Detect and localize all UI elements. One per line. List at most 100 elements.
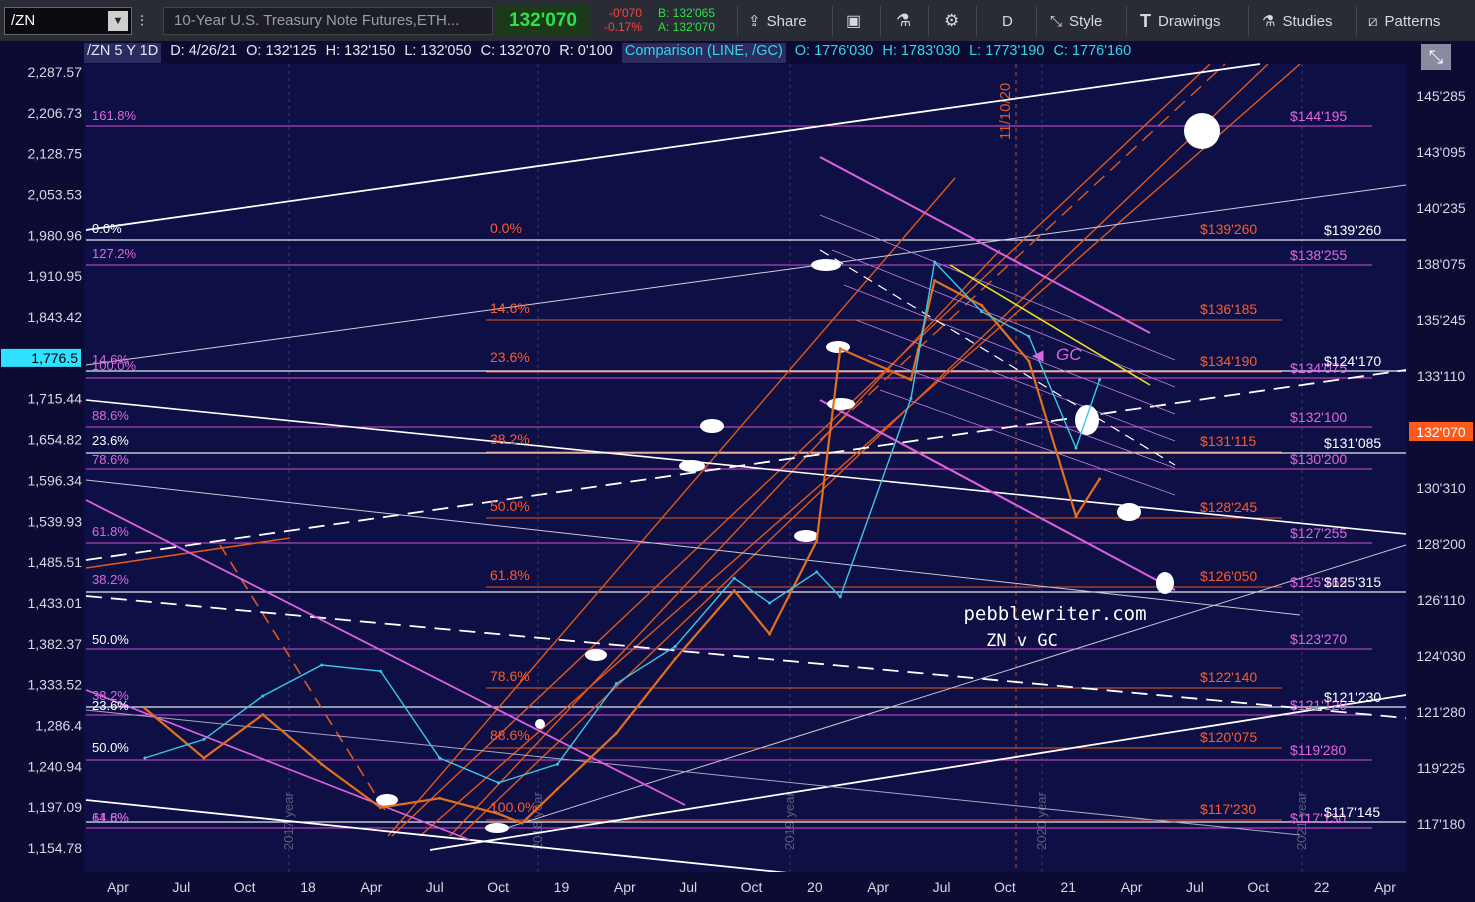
fib-price-orange: $126'050 (1200, 568, 1257, 584)
series-point (909, 396, 913, 400)
comparison-label[interactable]: Comparison (LINE, /GC) (621, 43, 786, 63)
x-tick-label: Apr (867, 879, 889, 895)
series-point (320, 663, 324, 667)
x-tick-label: Oct (234, 879, 256, 895)
year-marker-label: 2020 year (1034, 792, 1049, 850)
marker-ellipse (585, 649, 607, 661)
fib-price-magenta: $130'200 (1290, 451, 1347, 467)
header-high: H: 132'150 (325, 43, 396, 59)
right-tick-label: 138'075 (1416, 256, 1466, 272)
marker-ellipse (811, 259, 841, 271)
series-point (320, 762, 324, 766)
fib-price-magenta: $144'195 (1290, 108, 1347, 124)
series-point (497, 781, 500, 785)
left-tick-label: 1,654.82 (28, 432, 83, 448)
right-tick-label: 117'180 (1417, 816, 1466, 832)
series-point (614, 682, 618, 686)
series-point (143, 756, 147, 760)
left-tick-label: 2,128.75 (28, 146, 83, 162)
series-point (815, 539, 819, 543)
fib-label-left: 161.8% (92, 108, 137, 123)
series-point (933, 260, 937, 264)
fib-price-orange: $139'260 (1200, 221, 1257, 237)
marker-ellipse (700, 419, 724, 433)
fib-label-left: 50.0% (92, 632, 129, 647)
series-point (732, 576, 736, 580)
header-symbol[interactable]: /ZN 5 Y 1D (84, 43, 162, 63)
x-tick-label: Oct (1247, 879, 1269, 895)
left-tick-label: 2,053.53 (28, 187, 83, 203)
fib-label-center: 50.0% (490, 498, 530, 514)
fib-price-orange: $134'190 (1200, 353, 1257, 369)
left-tick-label: 1,286.4 (35, 717, 82, 733)
fib-price-magenta: $119'280 (1290, 742, 1346, 758)
fib-label-center: 23.6% (490, 349, 530, 365)
series-point (768, 601, 772, 605)
x-tick-label: Oct (487, 879, 509, 895)
right-tick-label: 135'245 (1416, 312, 1466, 328)
left-tick-label: 1,485.51 (28, 554, 83, 570)
fib-price-magenta: $132'100 (1290, 409, 1347, 425)
collapse-icon[interactable]: ⤡ (1421, 44, 1451, 70)
series-point (673, 644, 677, 648)
fib-label-left: 23.6% (92, 698, 129, 713)
series-point (438, 796, 442, 800)
x-tick-label: Jul (933, 879, 951, 895)
x-tick-label: Jul (679, 879, 697, 895)
marker-ellipse (1117, 503, 1141, 521)
marker-ellipse (376, 794, 398, 806)
fib-label-center: 14.6% (490, 300, 530, 316)
x-tick-label: Apr (1374, 879, 1396, 895)
left-tick-label: 1,843.42 (28, 309, 83, 325)
fib-label-left: 88.6% (92, 408, 129, 423)
series-point (1074, 446, 1078, 450)
chart-header: /ZN 5 Y 1D D: 4/26/21 O: 132'125 H: 132'… (84, 43, 1131, 63)
x-tick-label: Apr (361, 879, 383, 895)
series-point (768, 632, 772, 636)
header-low: L: 132'050 (404, 43, 472, 59)
series-point (614, 731, 618, 735)
left-tick-label: 1,154.78 (28, 840, 83, 856)
x-tick-label: Apr (1121, 879, 1143, 895)
x-tick-label: Oct (994, 879, 1016, 895)
right-tick-label: 140'235 (1416, 200, 1466, 216)
fib-price-orange: $122'140 (1200, 669, 1257, 685)
gc-marker-icon: ◀ (1032, 347, 1044, 364)
fib-price-orange: $120'075 (1200, 729, 1257, 745)
left-tick-label: 1,382.37 (28, 636, 83, 652)
fib-price-white: $139'260 (1324, 222, 1381, 238)
left-tick-label: 1,980.96 (28, 227, 83, 243)
series-point (980, 303, 984, 307)
header-range: R: 0'100 (559, 43, 613, 59)
marker-ellipse (827, 398, 855, 410)
series-point (202, 737, 206, 741)
fib-price-white: $125'315 (1324, 574, 1381, 590)
marker-ellipse (794, 530, 818, 542)
right-tick-label: 130'310 (1416, 480, 1466, 496)
x-tick-label: Jul (172, 879, 190, 895)
series-point (1027, 334, 1031, 338)
target-circle (1184, 113, 1220, 149)
fib-label-left: 38.2% (92, 572, 129, 587)
left-tick-label: 1,596.34 (28, 472, 83, 488)
marker-ellipse (535, 719, 545, 729)
left-tick-label: 1,776.5 (31, 350, 78, 366)
fib-label-left: 127.2% (92, 246, 137, 261)
right-tick-label: 124'030 (1416, 648, 1466, 664)
right-tick-label: 132'070 (1416, 424, 1466, 440)
x-tick-label: 19 (554, 879, 570, 895)
left-tick-label: 2,206.73 (28, 105, 83, 121)
right-tick-label: 126'110 (1417, 592, 1466, 608)
right-tick-label: 143'095 (1416, 144, 1466, 160)
price-chart[interactable]: 2017 year2018 year2019 year2020 year2021… (0, 0, 1475, 902)
series-point (1098, 378, 1102, 382)
fib-label-center: 0.0% (490, 220, 522, 236)
fib-price-orange: $128'245 (1200, 499, 1257, 515)
series-point (933, 279, 937, 283)
comparison-close: C: 1776'160 (1053, 43, 1132, 59)
watermark-subtitle: ZN v GC (986, 631, 1058, 651)
right-tick-label: 128'200 (1416, 536, 1466, 552)
fib-label-left: 100.0% (92, 358, 137, 373)
series-point (520, 821, 524, 825)
header-date: D: 4/26/21 (170, 43, 238, 59)
